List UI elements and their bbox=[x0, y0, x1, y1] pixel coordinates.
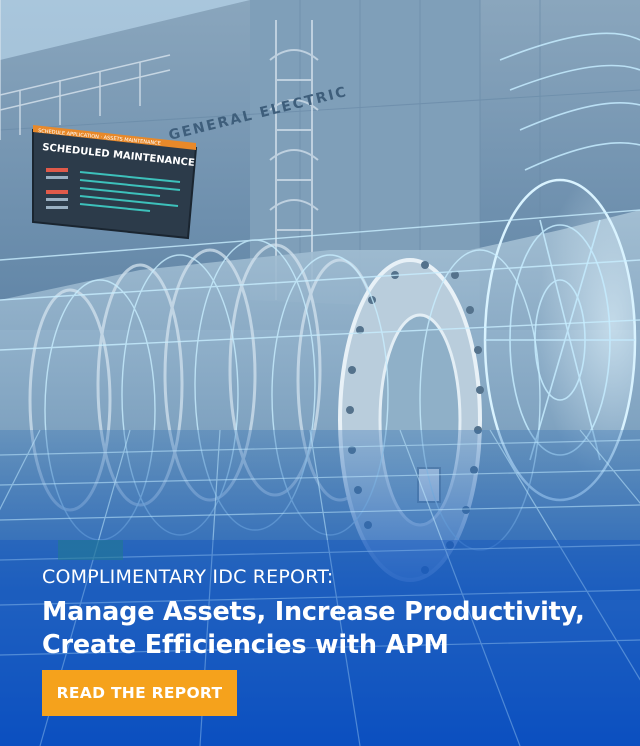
promo-copy: COMPLIMENTARY IDC REPORT: Manage Assets,… bbox=[42, 566, 632, 662]
headline-line-2: Create Efficiencies with APM bbox=[42, 630, 449, 660]
read-the-report-button[interactable]: READ THE REPORT bbox=[42, 670, 237, 716]
report-eyebrow: COMPLIMENTARY IDC REPORT: bbox=[42, 566, 334, 588]
maintenance-display-sign: SCHEDULE APPLICATION · ASSETS MAINTENANC… bbox=[32, 125, 198, 240]
ad-banner: GENERAL ELECTRIC SCHEDULE APPLICATION · … bbox=[0, 0, 640, 746]
headline-line-1: Manage Assets, Increase Productivity, bbox=[42, 597, 585, 627]
report-headline: Manage Assets, Increase Productivity, Cr… bbox=[42, 596, 632, 662]
